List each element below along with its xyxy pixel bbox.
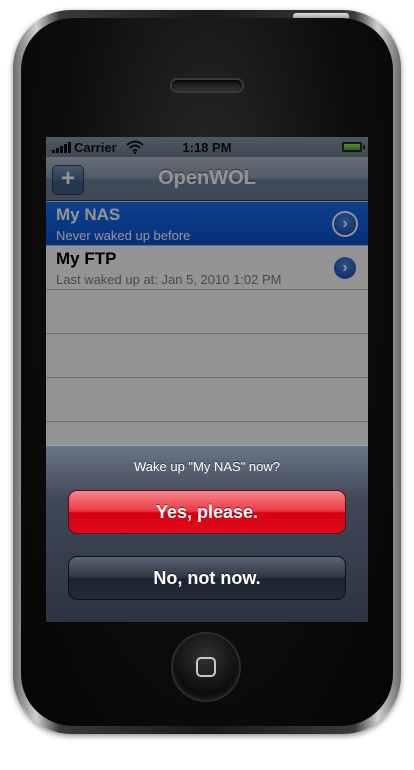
cancel-button[interactable]: No, not now.	[68, 556, 346, 600]
action-sheet: Wake up "My NAS" now? Yes, please. No, n…	[46, 445, 368, 622]
home-button[interactable]	[173, 634, 239, 700]
action-sheet-title: Wake up "My NAS" now?	[133, 459, 281, 474]
phone-screen: Carrier 1:18 PM + OpenWOL My NAS Never w…	[46, 137, 368, 622]
home-square-icon	[196, 657, 216, 677]
earpiece-speaker	[172, 80, 242, 91]
confirm-wake-button[interactable]: Yes, please.	[68, 490, 346, 534]
